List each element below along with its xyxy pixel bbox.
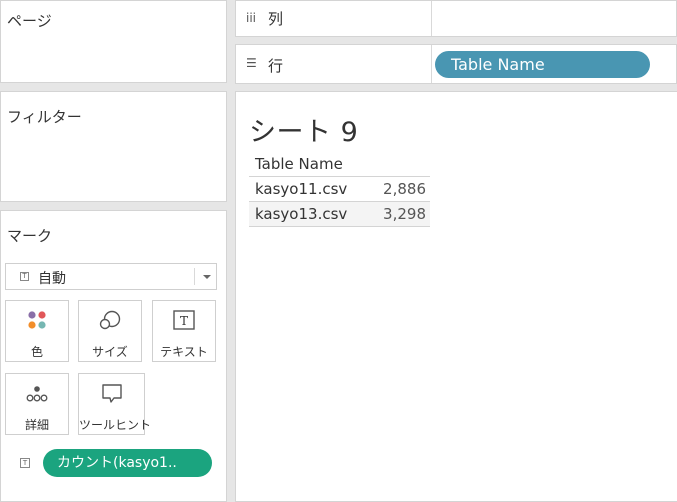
tableau-workspace: ページ フィルター マーク T 自動 色 サイズ T テキスト 詳細 ツールヒン… — [0, 0, 677, 502]
rows-icon: ☰ — [246, 56, 257, 70]
filters-panel-title: フィルター — [7, 108, 82, 126]
row-header-cell[interactable]: kasyo11.csv — [255, 177, 347, 201]
row-header-cell[interactable]: kasyo13.csv — [255, 202, 347, 226]
table-row[interactable]: kasyo13.csv 3,298 — [249, 202, 430, 227]
mark-card-text[interactable]: T テキスト — [152, 300, 216, 362]
detail-dots-icon — [26, 386, 48, 402]
rows-shelf-label: 行 — [268, 57, 284, 75]
text-mark-icon: T — [20, 272, 29, 281]
rows-shelf[interactable]: ☰ 行 Table Name — [235, 44, 677, 84]
view-canvas: シート 9 Table Name kasyo11.csv 2,886 kasyo… — [235, 91, 677, 502]
mark-card-color-label: 色 — [30, 345, 43, 359]
value-cell[interactable]: 3,298 — [383, 202, 426, 226]
mark-type-dropdown[interactable]: T 自動 — [5, 263, 217, 290]
mark-card-tooltip[interactable]: ツールヒント — [78, 373, 152, 435]
shelf-divider — [431, 45, 432, 83]
text-t-icon: T — [173, 310, 195, 330]
filters-panel[interactable]: フィルター — [0, 91, 227, 202]
columns-icon: iii — [246, 11, 257, 25]
crosstab-table: Table Name kasyo11.csv 2,886 kasyo13.csv… — [249, 152, 430, 227]
svg-text:T: T — [180, 314, 188, 328]
table-row[interactable]: kasyo11.csv 2,886 — [249, 177, 430, 202]
sheet-title: シート 9 — [249, 117, 359, 148]
shelf-divider — [431, 1, 432, 36]
tooltip-bubble-icon — [101, 384, 122, 403]
table-header[interactable]: Table Name — [249, 152, 430, 177]
chevron-down-icon[interactable] — [203, 275, 211, 279]
dropdown-separator — [194, 268, 195, 285]
pages-panel-title: ページ — [7, 12, 52, 30]
text-encoding-icon: T — [20, 458, 30, 468]
color-dots-icon — [28, 311, 46, 329]
measure-pill-count[interactable]: カウント(kasyo1.. — [43, 449, 212, 477]
columns-shelf-label: 列 — [268, 10, 284, 28]
dimension-pill-table-name[interactable]: Table Name — [435, 51, 650, 78]
mark-card-size-label: サイズ — [92, 345, 128, 359]
marks-panel: マーク T 自動 色 サイズ T テキスト 詳細 ツールヒント T カウント(k… — [0, 210, 227, 502]
mark-card-detail-label: 詳細 — [24, 418, 49, 432]
mark-type-label: 自動 — [38, 271, 66, 287]
pages-panel[interactable]: ページ — [0, 0, 227, 83]
mark-card-size[interactable]: サイズ — [78, 300, 142, 362]
size-circles-icon — [99, 310, 121, 330]
mark-card-color[interactable]: 色 — [5, 300, 69, 362]
mark-card-text-label: テキスト — [160, 345, 208, 359]
columns-shelf[interactable]: iii 列 — [235, 0, 677, 37]
value-cell[interactable]: 2,886 — [383, 177, 426, 201]
mark-card-tooltip-label: ツールヒント — [79, 418, 152, 432]
marks-panel-title: マーク — [7, 227, 53, 245]
mark-card-detail[interactable]: 詳細 — [5, 373, 69, 435]
